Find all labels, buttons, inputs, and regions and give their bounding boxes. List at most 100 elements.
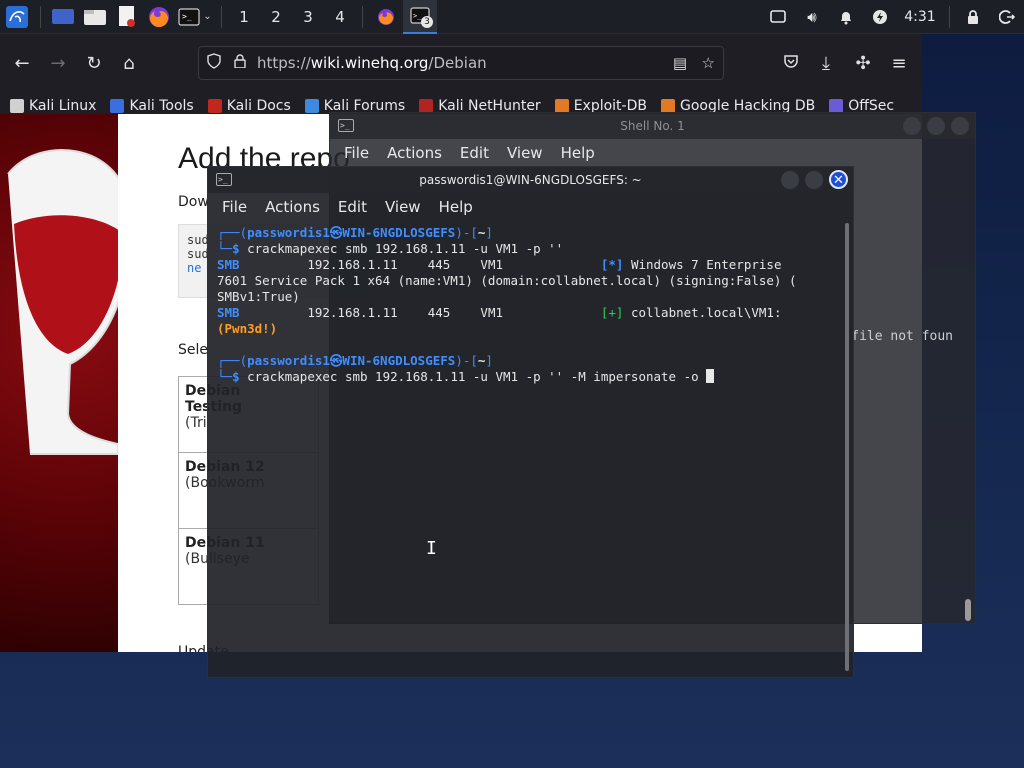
forward-arrow-icon[interactable]: → (45, 53, 71, 74)
mouse-ibeam-cursor-icon: I (426, 538, 437, 559)
window-title: Shell No. 1 (620, 119, 685, 133)
kali-docs-icon (207, 99, 222, 113)
command-text: crackmapexec smb 192.168.1.11 -u VM1 -p … (247, 241, 564, 256)
output-message: collabnet.local\VM1: (630, 305, 782, 320)
minimize-button[interactable] (781, 171, 799, 189)
hamburger-menu-icon[interactable]: ≡ (886, 53, 912, 74)
terminal-titlebar[interactable]: >_ passwordis1@WIN-6NGDLOSGEFS: ~ ✕ (208, 167, 853, 193)
padlock-icon[interactable] (229, 54, 251, 72)
nethunter-icon (419, 99, 434, 113)
ghdb-icon (660, 99, 675, 113)
command-line: └─$ crackmapexec smb 192.168.1.11 -u VM1… (217, 241, 564, 256)
workspace-3[interactable]: 3 (292, 0, 324, 34)
menu-help[interactable]: Help (439, 198, 473, 216)
bookmark-kali-docs[interactable]: Kali Docs (207, 98, 291, 114)
bookmark-kali-tools[interactable]: Kali Tools (110, 98, 194, 114)
output-line: SMBv1:True) (217, 289, 300, 304)
file-manager-icon[interactable] (79, 0, 111, 34)
menu-file[interactable]: File (222, 198, 247, 216)
screen-icon[interactable] (761, 0, 795, 34)
chevron-down-icon[interactable]: ⌄ (203, 11, 211, 22)
download-paragraph: Dow (178, 194, 209, 210)
maximize-button[interactable] (927, 117, 945, 135)
url-host: wiki.winehq.org (310, 54, 429, 72)
notification-bell-icon[interactable] (829, 0, 863, 34)
taskbar-firefox-icon[interactable] (369, 0, 403, 34)
workspace-1[interactable]: 1 (228, 0, 260, 34)
home-icon[interactable]: ⌂ (116, 53, 142, 74)
shell1-output-fragment: file not foun (851, 329, 953, 344)
kali-menu-icon[interactable] (0, 0, 34, 34)
panel-separator (362, 5, 363, 28)
reload-icon[interactable]: ↻ (81, 53, 107, 74)
terminal-scrollbar[interactable] (845, 223, 849, 671)
clock[interactable]: 4:31 (897, 0, 943, 34)
output-line: 7601 Service Pack 1 x64 (name:VM1) (doma… (217, 273, 797, 288)
command-line: └─$ crackmapexec smb 192.168.1.11 -u VM1… (217, 369, 715, 384)
menu-edit[interactable]: Edit (338, 198, 367, 216)
prompt-user: passwordis1 (247, 225, 330, 240)
terminal-menubar: File Actions Edit View Help (208, 193, 853, 221)
text-cursor (706, 369, 715, 383)
taskbar-terminal-icon[interactable]: >_ 3 (403, 0, 437, 34)
shield-icon[interactable] (199, 53, 229, 73)
shell1-scrollbar[interactable] (965, 599, 971, 621)
reader-view-icon[interactable]: ▤ (673, 54, 687, 72)
info-tag: [*] (600, 257, 624, 272)
menu-view[interactable]: View (385, 198, 421, 216)
menu-actions[interactable]: Actions (265, 198, 320, 216)
terminal-output[interactable]: ┌──(passwordis1㉿WIN-6NGDLOSGEFS)-[~] └─$… (217, 225, 837, 385)
terminal-launcher-icon[interactable]: >_ ⌄ (175, 0, 215, 34)
power-manager-icon[interactable] (863, 0, 897, 34)
text-editor-icon[interactable] (111, 0, 143, 34)
prompt-host: WIN-6NGDLOSGEFS (342, 225, 456, 240)
kali-dragon-icon (10, 99, 24, 113)
bookmark-star-icon[interactable]: ☆ (702, 54, 715, 72)
pwned-label: (Pwn3d!) (217, 321, 278, 336)
success-tag: [+] (600, 305, 624, 320)
downloads-icon[interactable]: ⤓ (813, 53, 839, 74)
output-message: Windows 7 Enterprise (630, 257, 782, 272)
url-path: /Debian (428, 54, 487, 72)
target-port: 445 (427, 305, 451, 320)
show-desktop-icon[interactable] (47, 0, 79, 34)
shell1-titlebar[interactable]: >_ Shell No. 1 (330, 113, 975, 139)
wine-logo-background (0, 114, 131, 652)
pocket-icon[interactable] (778, 53, 804, 74)
firefox-launcher-icon[interactable] (143, 0, 175, 34)
terminal-window[interactable]: >_ passwordis1@WIN-6NGDLOSGEFS: ~ ✕ File… (207, 166, 854, 678)
menu-view[interactable]: View (507, 144, 543, 162)
wine-glass-icon (7, 149, 131, 455)
navigation-toolbar: ← → ↻ ⌂ https://wiki.winehq.org/Debian ▤… (0, 34, 922, 92)
bookmark-kali-linux[interactable]: Kali Linux (10, 98, 96, 114)
bookmark-label: Kali Linux (29, 98, 97, 114)
minimize-button[interactable] (903, 117, 921, 135)
volume-icon[interactable]: 🔊︎ (795, 0, 829, 34)
back-arrow-icon[interactable]: ← (9, 53, 35, 74)
version-codename: (Tri (185, 415, 207, 431)
offsec-icon (829, 99, 844, 113)
terminal-window-icon: >_ (216, 173, 232, 186)
window-title: passwordis1@WIN-6NGDLOSGEFS: ~ (419, 173, 642, 187)
lock-icon[interactable] (956, 0, 990, 34)
close-button[interactable]: ✕ (829, 170, 848, 189)
menu-edit[interactable]: Edit (460, 144, 489, 162)
bookmark-label: Kali Tools (129, 98, 194, 114)
menu-help[interactable]: Help (561, 144, 595, 162)
workspace-2[interactable]: 2 (260, 0, 292, 34)
kali-forums-icon (304, 99, 319, 113)
prompt-separator: ㉿ (329, 225, 343, 240)
extensions-icon[interactable]: ✣ (850, 53, 876, 74)
url-bar[interactable]: https://wiki.winehq.org/Debian ▤ ☆ (198, 46, 724, 80)
target-ip: 192.168.1.11 (307, 305, 398, 320)
url-scheme: https:// (257, 54, 311, 72)
target-host: VM1 (480, 305, 503, 320)
maximize-button[interactable] (805, 171, 823, 189)
panel-separator (221, 5, 222, 28)
close-button[interactable] (951, 117, 969, 135)
menu-actions[interactable]: Actions (387, 144, 442, 162)
logout-icon[interactable] (990, 0, 1024, 34)
workspace-4[interactable]: 4 (324, 0, 356, 34)
menu-file[interactable]: File (344, 144, 369, 162)
prompt-separator: ㉿ (329, 353, 343, 368)
